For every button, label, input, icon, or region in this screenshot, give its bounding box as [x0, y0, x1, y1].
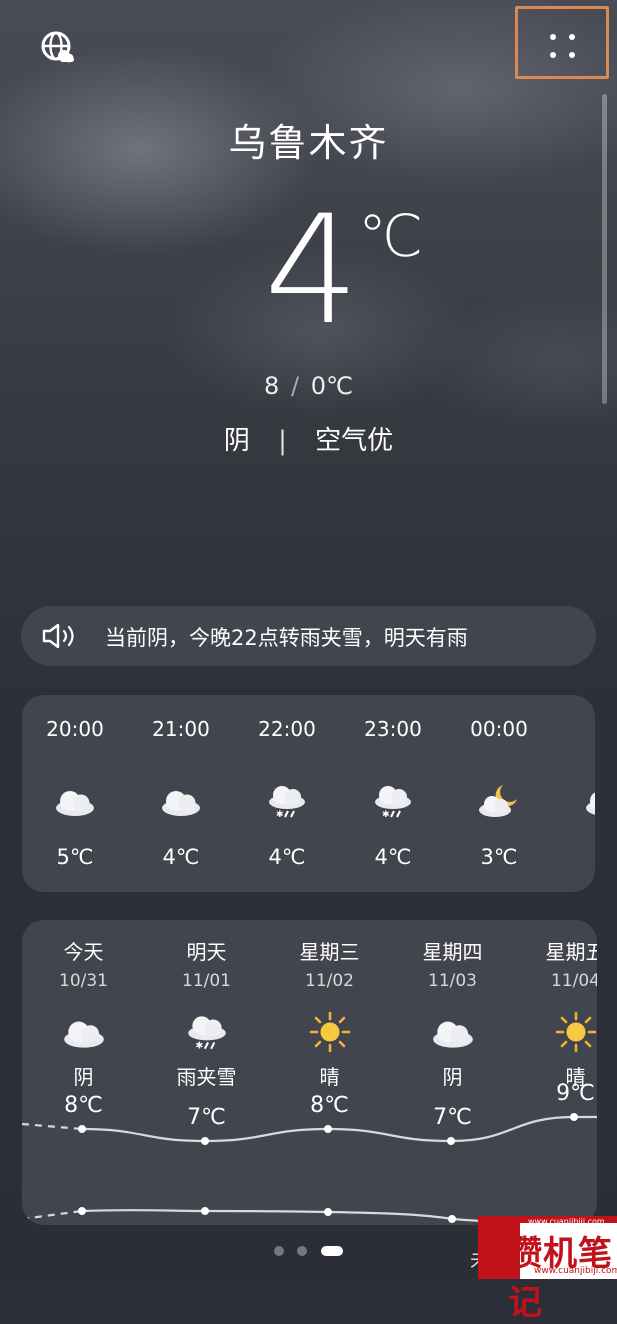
day-date: 10/31	[59, 971, 108, 991]
daily-item: 星期四 11/03 阴 7℃	[391, 920, 514, 1225]
cloudy-icon	[64, 1021, 104, 1048]
hour-temp: 3℃	[480, 845, 518, 869]
cloudy-icon	[433, 1021, 473, 1048]
day-name: 星期三	[299, 940, 360, 964]
hourly-item: 0	[552, 695, 595, 892]
day-name: 星期四	[422, 940, 483, 964]
temperature-unit: ℃	[358, 202, 424, 270]
daily-item: 星期三 11/02 晴 8℃	[268, 920, 391, 1225]
hourly-item: 23:00 ✱ 4℃	[340, 695, 446, 892]
day-name: 明天	[186, 940, 227, 964]
day-high: 7℃	[187, 1105, 226, 1130]
condition-line: 阴 | 空气优	[0, 420, 617, 457]
hourly-item: 21:00 4℃	[128, 695, 234, 892]
day-date: 11/04	[551, 971, 597, 991]
hour-time: 20:00	[46, 717, 104, 741]
day-high: 8℃	[64, 1093, 103, 1118]
daily-item: 星期五 11/04 晴 9℃	[514, 920, 598, 1225]
weather-alert-bar[interactable]: 当前阴，今晚22点转雨夹雪，明天有雨	[21, 606, 596, 666]
cloudy-icon	[162, 791, 200, 816]
hourly-item: 22:00 ✱ 4℃	[234, 695, 340, 892]
day-high: 8℃	[310, 1093, 349, 1118]
city-name: 乌鲁木齐	[228, 121, 389, 165]
current-temperature: 4	[264, 184, 360, 358]
range-high: 8	[264, 372, 280, 400]
watermark-tag: www.cuanjibiji.com	[534, 1266, 617, 1276]
alert-text: 当前阴，今晚22点转雨夹雪，明天有雨	[105, 626, 468, 650]
globe-cloud-icon[interactable]	[40, 30, 76, 66]
condition-divider: |	[278, 426, 287, 456]
range-low: 0℃	[310, 372, 353, 400]
daily-item: 明天 11/01 ✱ 雨夹雪 7℃	[145, 920, 268, 1225]
day-condition: 阴	[73, 1065, 94, 1089]
hour-time: 23:00	[364, 717, 422, 741]
hourly-forecast-panel[interactable]: 20:00 5℃ 21:00 4℃ 22:00 ✱ 4℃ 23:00 ✱ 4℃ …	[22, 695, 595, 892]
page-dot[interactable]	[274, 1246, 284, 1256]
day-condition: 阴	[442, 1065, 463, 1089]
sleet-icon: ✱	[375, 786, 411, 819]
day-high: 7℃	[433, 1105, 472, 1130]
cloudy-icon	[586, 792, 595, 815]
day-condition: 雨夹雪	[176, 1065, 237, 1089]
sleet-icon: ✱	[269, 786, 305, 819]
svg-text:✱: ✱	[196, 1041, 204, 1052]
hour-time: 00:00	[470, 717, 528, 741]
temperature-range: 8 / 0℃	[0, 372, 617, 400]
hour-time: 0	[552, 717, 595, 741]
watermark-logo: www.cuanjibiji.com 攒机笔记 www.cuanjibiji.c…	[478, 1216, 617, 1323]
day-high: 9℃	[556, 1081, 595, 1106]
hour-time: 21:00	[152, 717, 210, 741]
hour-temp: 4℃	[162, 845, 200, 869]
sunny-icon	[309, 1012, 351, 1052]
range-separator: /	[290, 372, 300, 400]
hourly-item: 20:00 5℃	[22, 695, 128, 892]
hour-temp: 5℃	[56, 845, 94, 869]
page-indicator[interactable]	[270, 1246, 350, 1258]
day-date: 11/02	[305, 971, 354, 991]
partly-cloudy-night-icon	[479, 785, 517, 817]
speaker-icon[interactable]	[41, 623, 81, 649]
more-menu-button[interactable]	[515, 6, 609, 79]
day-name: 今天	[63, 940, 104, 964]
daily-forecast-panel[interactable]: 今天 10/31 阴 8℃ 明天 11/01 ✱ 雨夹雪 7℃ 星期三 11/0…	[22, 920, 597, 1225]
hourly-item: 00:00 3℃	[446, 695, 552, 892]
day-date: 11/03	[428, 971, 477, 991]
hour-temp: 4℃	[268, 845, 306, 869]
hour-temp: 4℃	[374, 845, 412, 869]
day-name: 星期五	[545, 940, 598, 964]
hour-time: 22:00	[258, 717, 316, 741]
air-quality-text[interactable]: 空气优	[315, 426, 393, 456]
cloudy-icon	[56, 791, 94, 816]
sleet-icon: ✱	[188, 1016, 226, 1052]
svg-text:✱: ✱	[276, 810, 284, 819]
condition-text: 阴	[223, 426, 250, 456]
daily-item: 今天 10/31 阴 8℃	[22, 920, 145, 1225]
svg-text:✱: ✱	[382, 810, 390, 819]
watermark-site: www.cuanjibiji.com	[528, 1217, 605, 1226]
sunny-icon	[555, 1012, 597, 1052]
day-date: 11/01	[182, 971, 231, 991]
page-dot-active[interactable]	[321, 1246, 343, 1256]
page-dot[interactable]	[297, 1246, 307, 1256]
day-condition: 晴	[319, 1065, 340, 1089]
